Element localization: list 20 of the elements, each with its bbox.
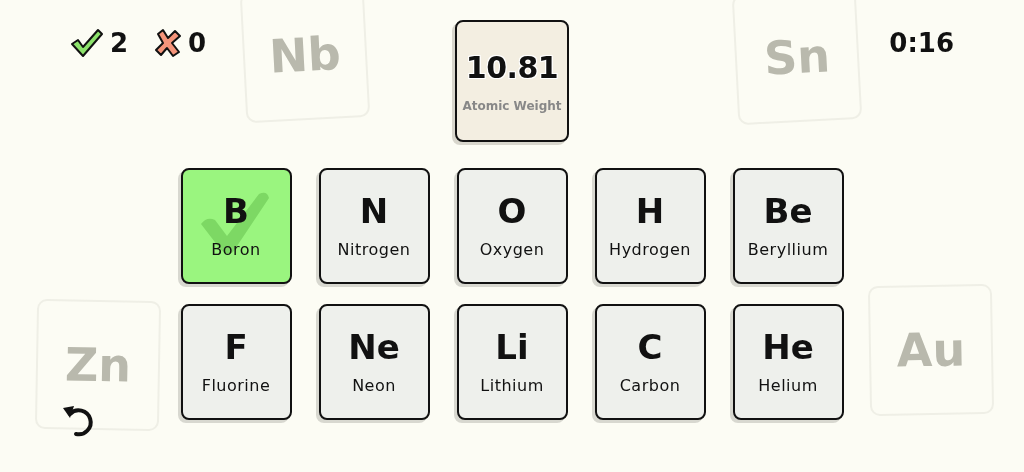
element-tile[interactable]: C Carbon: [594, 304, 706, 420]
element-tile[interactable]: Li Lithium: [456, 304, 568, 420]
cross-icon: [154, 28, 183, 58]
background-tile: Sn: [731, 0, 863, 126]
element-tile[interactable]: N Nitrogen: [318, 168, 430, 284]
element-tile[interactable]: H Hydrogen: [594, 168, 706, 284]
background-tile: Nb: [239, 0, 371, 124]
clue-label: Atomic Weight: [462, 98, 562, 113]
element-tile[interactable]: He Helium: [732, 304, 844, 420]
element-tile[interactable]: B Boron: [180, 168, 292, 284]
background-tile: Au: [867, 283, 995, 417]
wrong-count: 0: [188, 28, 207, 58]
element-tile[interactable]: Ne Neon: [318, 304, 430, 420]
element-tile[interactable]: Be Beryllium: [732, 168, 844, 284]
check-icon: [70, 28, 104, 58]
timer: 0:16: [889, 28, 955, 58]
correct-count: 2: [110, 28, 129, 58]
element-tile[interactable]: F Fluorine: [180, 304, 292, 420]
element-tile[interactable]: O Oxygen: [456, 168, 568, 284]
clue-value: 10.81: [465, 49, 559, 85]
